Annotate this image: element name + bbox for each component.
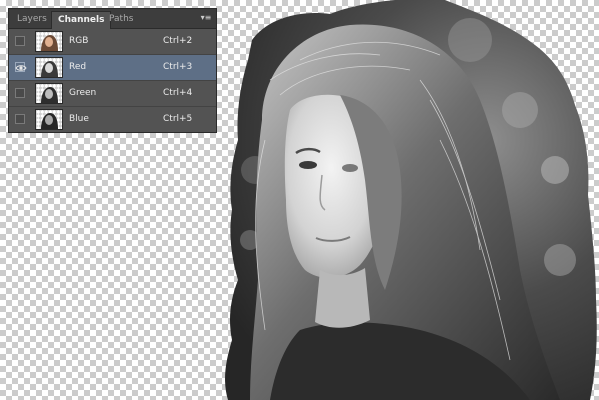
channel-row-rgb[interactable]: RGB Ctrl+2: [9, 29, 216, 55]
tab-layers[interactable]: Layers: [11, 11, 53, 28]
visibility-toggle[interactable]: [15, 88, 25, 98]
channel-thumbnail: [35, 31, 63, 52]
channel-thumbnail: [35, 57, 63, 78]
panel-tab-bar: Layers Channels Paths ▾≡: [9, 9, 216, 29]
channel-name: Red: [69, 62, 87, 72]
channel-shortcut: Ctrl+4: [163, 88, 193, 98]
channel-thumbnail: [35, 109, 63, 130]
channel-shortcut: Ctrl+3: [163, 62, 193, 72]
panel-menu-icon[interactable]: ▾≡: [200, 13, 212, 23]
visibility-toggle[interactable]: [15, 36, 25, 46]
channel-shortcut: Ctrl+5: [163, 114, 193, 124]
channel-name: Green: [69, 88, 97, 98]
channel-row-red[interactable]: Red Ctrl+3: [9, 55, 216, 81]
tab-paths[interactable]: Paths: [103, 11, 139, 28]
visibility-toggle[interactable]: [15, 114, 25, 124]
channel-name: Blue: [69, 114, 89, 124]
channel-name: RGB: [69, 36, 89, 46]
channel-thumbnail: [35, 83, 63, 104]
eye-icon: [15, 65, 27, 71]
channel-row-blue[interactable]: Blue Ctrl+5: [9, 107, 216, 133]
channel-row-green[interactable]: Green Ctrl+4: [9, 81, 216, 107]
channel-shortcut: Ctrl+2: [163, 36, 193, 46]
channels-panel: Layers Channels Paths ▾≡ RGB Ctrl+2 Red …: [8, 8, 217, 133]
visibility-toggle[interactable]: [15, 62, 27, 72]
portrait-image: [225, 0, 597, 400]
